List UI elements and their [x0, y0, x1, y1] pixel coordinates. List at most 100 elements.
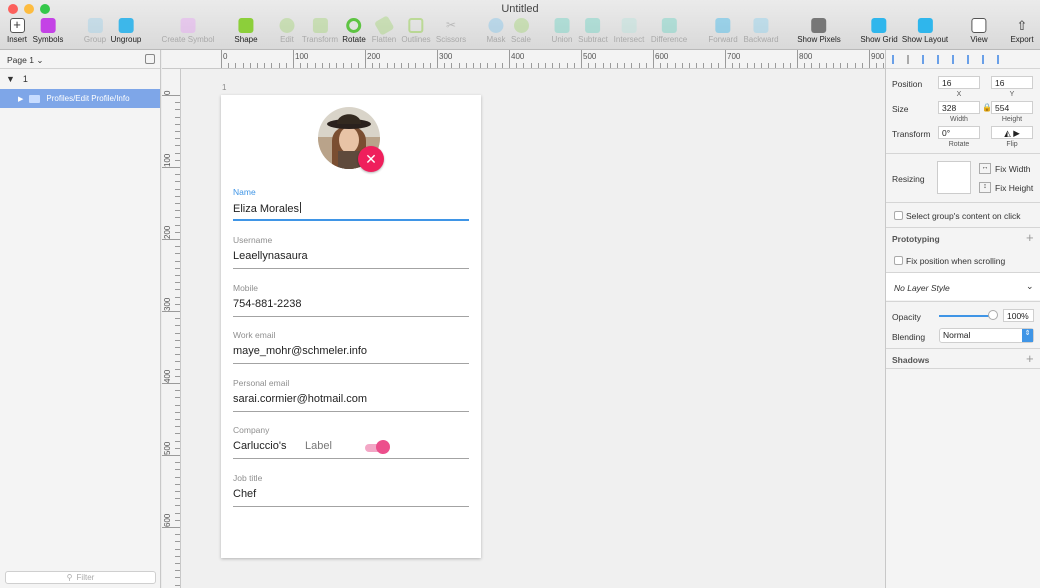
width-input[interactable]: 328: [938, 101, 980, 114]
horizontal-ruler[interactable]: 0 100 200 300 400 500 600 700 800 900: [162, 50, 885, 69]
opacity-input[interactable]: 100%: [1003, 309, 1034, 322]
intersect-button[interactable]: Intersect: [614, 18, 644, 44]
union-button[interactable]: Union: [552, 18, 572, 44]
collapse-pages-button[interactable]: [145, 54, 155, 64]
page-selector[interactable]: Page 1 ⌄: [0, 50, 160, 69]
align-center-icon[interactable]: [937, 54, 948, 64]
work-email-field[interactable]: Work email maye_mohr@schmeler.info: [233, 330, 469, 364]
text-caret: [300, 202, 302, 213]
ruler-tick: [717, 63, 719, 68]
flip-horizontal-icon[interactable]: ◭: [1004, 128, 1011, 138]
blending-select[interactable]: Normal ⇕: [939, 328, 1034, 343]
add-shadow-icon[interactable]: +: [1026, 351, 1034, 366]
edit-button[interactable]: Edit: [279, 18, 295, 44]
backward-button[interactable]: Backward: [743, 18, 779, 44]
artboard[interactable]: ✕ Name Eliza Morales Username Leaellynas…: [221, 95, 481, 558]
align-bottom-icon[interactable]: [997, 54, 1008, 64]
forward-button[interactable]: Forward: [708, 18, 738, 44]
view-button[interactable]: View: [970, 18, 988, 44]
ruler-label: 600: [655, 52, 669, 61]
field-value[interactable]: 754-881-2238: [233, 293, 469, 317]
ruler-label: 900: [871, 52, 885, 61]
field-value[interactable]: Chef: [233, 483, 469, 507]
mobile-field[interactable]: Mobile 754-881-2238: [233, 283, 469, 317]
shadows-header: Shadows: [892, 355, 930, 365]
ruler-tick: [175, 217, 180, 219]
show-layout-button[interactable]: Show Layout: [902, 18, 948, 44]
flatten-button[interactable]: Flatten: [372, 15, 396, 44]
field-value[interactable]: sarai.cormier@hotmail.com: [233, 388, 469, 412]
create-symbol-button[interactable]: Create Symbol: [162, 18, 214, 44]
fix-height-label[interactable]: Fix Height: [995, 183, 1033, 193]
show-grid-button[interactable]: Show Grid: [860, 18, 898, 44]
union-icon: [554, 18, 570, 33]
ruler-tick: [300, 63, 302, 68]
select-group-checkbox[interactable]: [894, 211, 903, 220]
ruler-tick: [552, 63, 554, 68]
ruler-tick: [645, 63, 647, 68]
y-input[interactable]: 16: [991, 76, 1033, 89]
job-title-field[interactable]: Job title Chef: [233, 473, 469, 507]
fix-position-checkbox[interactable]: [894, 256, 903, 265]
fix-width-label[interactable]: Fix Width: [995, 164, 1030, 174]
rotate-input[interactable]: 0°: [938, 126, 980, 139]
opacity-slider-knob[interactable]: [988, 310, 998, 320]
window-title: Untitled: [501, 3, 539, 15]
company-field[interactable]: Company Carluccio's Label: [233, 425, 469, 459]
height-input[interactable]: 554: [991, 101, 1033, 114]
field-label: Mobile: [233, 283, 259, 293]
name-field[interactable]: Name Eliza Morales: [233, 187, 469, 221]
ruler-tick: [321, 63, 323, 68]
fix-height-icon[interactable]: ↕: [979, 182, 991, 193]
ruler-tick: [753, 63, 755, 68]
fix-width-icon[interactable]: ↔: [979, 163, 991, 174]
ruler-tick: [175, 188, 180, 190]
personal-email-field[interactable]: Personal email sarai.cormier@hotmail.com: [233, 378, 469, 412]
distribute-icon[interactable]: [907, 54, 918, 64]
layer-filter-input[interactable]: ⚲ Filter: [5, 571, 156, 584]
expand-arrow-icon[interactable]: ▶: [18, 95, 23, 103]
difference-button[interactable]: Difference: [651, 18, 687, 44]
mask-button[interactable]: Mask: [486, 18, 506, 44]
ruler-tick: [175, 563, 180, 564]
toggle-knob[interactable]: [376, 440, 390, 454]
transform-button[interactable]: Transform: [302, 18, 338, 44]
canvas[interactable]: 1 ✕ Name Eliza Morales Username Leaellyn…: [181, 69, 885, 588]
group-button[interactable]: Group: [84, 18, 106, 44]
align-middle-icon[interactable]: [982, 54, 993, 64]
username-field[interactable]: Username Leaellynasaura: [233, 235, 469, 269]
artboard-row[interactable]: ▼ 1: [0, 69, 160, 89]
align-top-icon[interactable]: [967, 54, 978, 64]
insert-button[interactable]: + Insert: [7, 18, 27, 44]
resizing-widget[interactable]: [937, 161, 971, 194]
outlines-button[interactable]: Outlines: [401, 18, 431, 44]
field-value[interactable]: Leaellynasaura: [233, 245, 469, 269]
ruler-tick: [314, 63, 316, 68]
vertical-ruler[interactable]: 0 100 200 300 400 500 600: [162, 69, 181, 588]
align-left-edge-icon[interactable]: [922, 54, 933, 64]
x-input[interactable]: 16: [938, 76, 980, 89]
field-value[interactable]: Eliza Morales: [233, 197, 469, 221]
ruler-tick: [162, 167, 180, 168]
shape-button[interactable]: Shape: [234, 18, 258, 44]
rotate-button[interactable]: Rotate: [342, 18, 366, 44]
align-right-icon[interactable]: [952, 54, 963, 64]
align-left-icon[interactable]: [892, 54, 903, 64]
field-value[interactable]: Carluccio's Label: [233, 435, 469, 459]
export-button[interactable]: ⇧ Export: [1010, 18, 1033, 44]
subtract-button[interactable]: Subtract: [578, 18, 608, 44]
field-value[interactable]: maye_mohr@schmeler.info: [233, 340, 469, 364]
flip-buttons[interactable]: ◭ ▶: [991, 126, 1033, 139]
scissors-button[interactable]: ✂ Scissors: [436, 18, 466, 44]
layer-row-selected[interactable]: ▶ Profiles/Edit Profile/Info: [0, 89, 160, 108]
artboard-title[interactable]: 1: [222, 83, 226, 92]
scale-button[interactable]: Scale: [511, 18, 531, 44]
show-pixels-button[interactable]: Show Pixels: [797, 18, 841, 44]
add-prototyping-icon[interactable]: +: [1026, 230, 1034, 245]
remove-photo-button[interactable]: ✕: [358, 146, 384, 172]
symbols-button[interactable]: Symbols: [33, 18, 63, 44]
flip-vertical-icon[interactable]: ▶: [1013, 128, 1020, 138]
ruler-tick: [516, 63, 518, 68]
ungroup-button[interactable]: Ungroup: [111, 18, 141, 44]
layer-style-dropdown[interactable]: No Layer Style ⌄: [886, 273, 1040, 300]
